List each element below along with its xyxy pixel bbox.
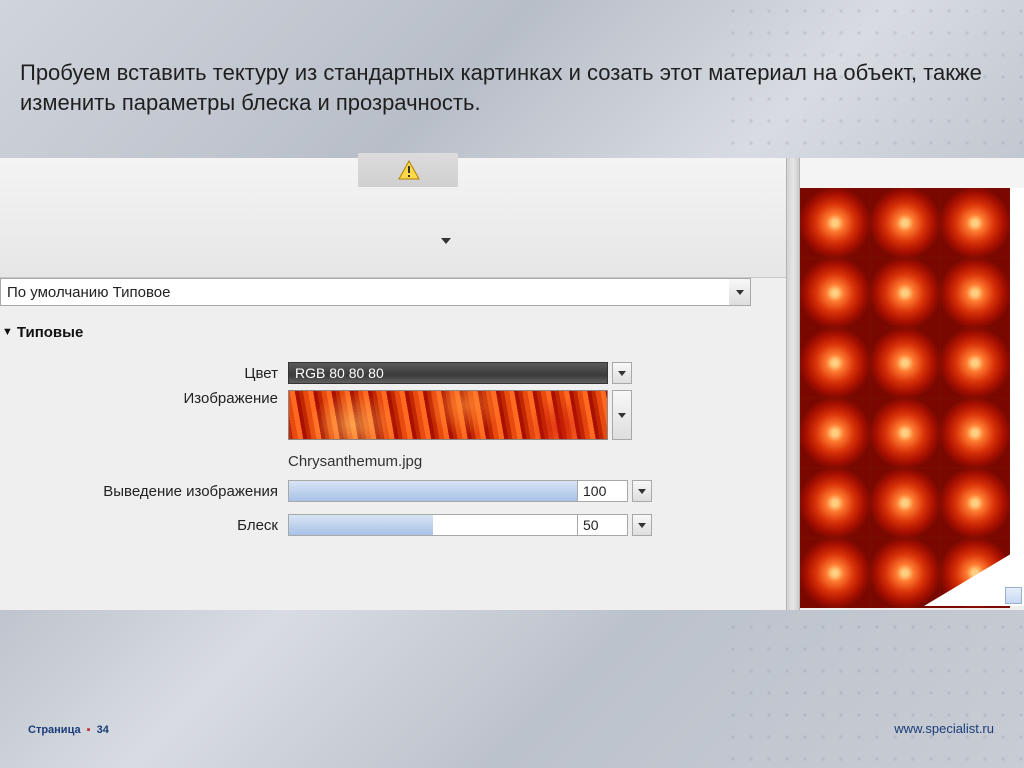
texture-tile [940,258,1010,328]
gloss-value[interactable]: 50 [578,514,628,536]
gloss-slider[interactable] [288,514,578,536]
section-header[interactable]: ▼ Типовые [0,320,760,344]
texture-tile [800,188,870,258]
texture-tile [940,328,1010,398]
row-image-name: Chrysanthemum.jpg [0,448,756,474]
material-name-dropdown[interactable] [729,278,751,306]
bullet-icon: ▪ [87,724,91,736]
row-image: Изображение [0,390,756,448]
app-screenshot: По умолчанию Типовое ▼ Типовые Цвет RGB … [0,158,1024,610]
label-gloss: Блеск [0,517,288,534]
material-preview [800,188,1024,606]
label-color: Цвет [0,365,288,382]
color-value: RGB 80 80 80 [295,365,384,381]
image-filename: Chrysanthemum.jpg [288,453,422,470]
texture-tile [870,328,940,398]
slide-heading: Пробуем вставить тектуру из стандартных … [20,58,984,117]
texture-tile [800,398,870,468]
image-fade-fill [289,481,577,501]
texture-tile [940,188,1010,258]
label-image-fade: Выведение изображения [0,483,288,500]
color-swatch[interactable]: RGB 80 80 80 [288,362,608,384]
row-image-fade: Выведение изображения 100 [0,474,756,508]
texture-tile [800,328,870,398]
gloss-fill [289,515,433,535]
texture-tile [800,258,870,328]
slide: Пробуем вставить тектуру из стандартных … [0,0,1024,768]
footer-url: www.specialist.ru [894,721,994,736]
texture-tile [870,188,940,258]
image-thumbnail[interactable] [288,390,608,440]
texture-tile [870,468,940,538]
footer-page-num: 34 [97,724,109,736]
panel-divider[interactable] [786,158,800,610]
texture-tiles [800,188,1010,606]
image-fade-dropdown[interactable] [632,480,652,502]
section-title: Типовые [17,324,83,341]
image-fade-value[interactable]: 100 [578,480,628,502]
toolbar-dropdown-icon[interactable] [436,233,456,249]
warning-icon[interactable] [398,160,420,180]
texture-tile [870,258,940,328]
texture-tile [940,398,1010,468]
collapse-icon: ▼ [2,326,13,338]
texture-tile [870,398,940,468]
gloss-dropdown[interactable] [632,514,652,536]
material-name-field[interactable]: По умолчанию Типовое [0,278,730,306]
scrollbar-corner-icon[interactable] [1005,587,1022,604]
preview-toolbar-bg [800,158,1024,188]
texture-tile [800,468,870,538]
toolbar [0,158,786,278]
label-image: Изображение [0,390,288,407]
material-name-value: По умолчанию Типовое [7,284,170,301]
texture-tile [800,538,870,608]
color-dropdown[interactable] [612,362,632,384]
footer-page: Страница ▪ 34 [28,724,109,736]
row-gloss: Блеск 50 [0,508,756,542]
texture-tile [940,468,1010,538]
image-dropdown[interactable] [612,390,632,440]
properties: Цвет RGB 80 80 80 Изображение Chrysanthe… [0,356,756,542]
footer-page-word: Страница [28,724,81,736]
image-fade-slider[interactable] [288,480,578,502]
row-color: Цвет RGB 80 80 80 [0,356,756,390]
